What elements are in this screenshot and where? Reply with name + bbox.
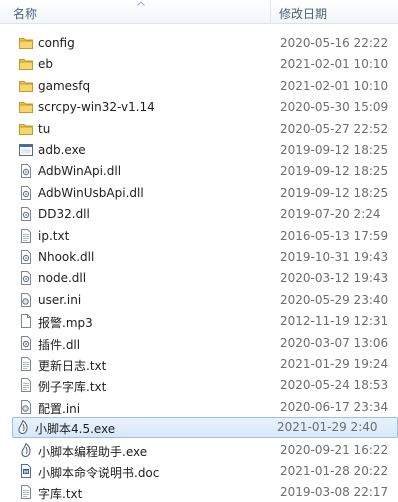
name-column-header[interactable]: 名称: [13, 5, 37, 22]
file-date-modified: 2019-09-12 18:25: [280, 143, 389, 157]
column-divider[interactable]: [270, 0, 271, 24]
file-name: 小脚本4.5.exe: [35, 422, 116, 437]
file-date-modified: 2020-09-21 16:22: [280, 442, 389, 457]
file-row[interactable]: 插件.dll 2020-03-07 13:06: [14, 333, 398, 354]
file-name: tu: [38, 121, 51, 136]
file-name: adb.exe: [38, 143, 86, 157]
file-row[interactable]: scrcpy-win32-v1.14 2020-05-30 15:09: [14, 97, 398, 118]
dll-icon: [18, 163, 34, 179]
file-name: user.ini: [38, 292, 82, 307]
file-date-modified: 2020-05-24 18:53: [280, 378, 389, 393]
file-date-modified: 2020-03-07 13:06: [280, 335, 389, 350]
file-date-modified: 2020-03-12 19:43: [280, 271, 389, 286]
file-name: 报警.mp3: [38, 316, 93, 331]
file-date-modified: 2012-11-19 12:31: [280, 314, 389, 329]
file-date-modified: 2021-01-28 20:22: [280, 464, 389, 478]
file-row[interactable]: adb.exe 2019-09-12 18:25: [14, 140, 398, 161]
sort-ascending-icon: [137, 1, 145, 6]
file-name: AdbWinApi.dll: [38, 164, 122, 179]
file-row[interactable]: config 2020-05-16 22:22: [14, 33, 398, 54]
file-row[interactable]: user.ini 2020-05-29 23:40: [14, 290, 398, 311]
file-name: Nhook.dll: [38, 250, 95, 264]
file-date-modified: 2021-02-01 10:10: [280, 78, 389, 93]
file-row[interactable]: AdbWinUsbApi.dll 2019-09-12 18:25: [14, 183, 398, 204]
dll-icon: [18, 335, 34, 351]
file-name: eb: [38, 57, 53, 72]
folder-icon: [18, 99, 34, 115]
dll-icon: [18, 249, 34, 265]
folder-icon: [18, 78, 34, 94]
file-name: 配置.ini: [38, 401, 81, 416]
file-date-modified: 2019-09-12 18:25: [280, 185, 389, 200]
file-icon: [18, 313, 34, 329]
column-header-bar: 名称 修改日期: [0, 0, 398, 24]
file-name: node.dll: [38, 271, 87, 286]
exe-icon: [18, 142, 34, 158]
txt-icon: [18, 484, 34, 500]
txt-icon: [18, 356, 34, 372]
app-icon: [18, 442, 34, 458]
file-name: 字库.txt: [38, 487, 83, 502]
file-row[interactable]: 字库.txt 2019-03-08 22:17: [14, 482, 398, 502]
file-name: 插件.dll: [38, 337, 81, 352]
dll-icon: [18, 185, 34, 201]
file-date-modified: 2020-05-29 23:40: [280, 292, 389, 307]
file-date-modified: 2020-05-27 22:52: [280, 121, 389, 136]
file-date-modified: 2019-10-31 19:43: [280, 250, 389, 264]
dll-icon: [18, 206, 34, 222]
file-name: gamesfq: [38, 78, 91, 93]
file-row[interactable]: gamesfq 2021-02-01 10:10: [14, 76, 398, 97]
file-name: scrcpy-win32-v1.14: [38, 100, 155, 115]
file-row[interactable]: ip.txt 2016-05-13 17:59: [14, 226, 398, 247]
file-name: 例子字库.txt: [38, 380, 107, 395]
app-icon: [15, 419, 31, 435]
file-row[interactable]: AdbWinApi.dll 2019-09-12 18:25: [14, 161, 398, 182]
file-date-modified: 2020-06-17 23:34: [280, 399, 389, 414]
file-name: AdbWinUsbApi.dll: [38, 185, 144, 200]
file-name: config: [38, 36, 75, 50]
dll-icon: [18, 270, 34, 286]
file-row[interactable]: 更新日志.txt 2021-01-29 19:24: [14, 354, 398, 375]
file-row[interactable]: Nhook.dll 2019-10-31 19:43: [14, 247, 398, 268]
file-date-modified: 2021-02-01 10:10: [280, 57, 389, 72]
file-name: DD32.dll: [38, 207, 90, 222]
file-name: 更新日志.txt: [38, 359, 107, 373]
file-date-modified: 2019-07-20 2:24: [280, 207, 381, 222]
txt-icon: [18, 228, 34, 244]
file-row[interactable]: node.dll 2020-03-12 19:43: [14, 268, 398, 289]
folder-icon: [18, 56, 34, 72]
file-row[interactable]: 例子字库.txt 2020-05-24 18:53: [14, 375, 398, 396]
folder-icon: [18, 121, 34, 137]
folder-icon: [18, 35, 34, 51]
file-date-modified: 2019-09-12 18:25: [280, 164, 389, 179]
file-date-modified: 2020-05-16 22:22: [280, 36, 389, 50]
file-row[interactable]: 小脚本4.5.exe 2021-01-29 2:40: [12, 417, 398, 439]
file-date-modified: 2021-01-29 2:40: [277, 420, 378, 435]
doc-icon: [18, 463, 34, 479]
txt-icon: [18, 377, 34, 393]
ini-icon: [18, 292, 34, 308]
ini-icon: [18, 399, 34, 415]
file-name: 小脚本命令说明书.doc: [38, 466, 160, 480]
file-date-modified: 2021-01-29 19:24: [280, 357, 389, 371]
file-date-modified: 2019-03-08 22:17: [280, 485, 389, 500]
file-date-modified: 2016-05-13 17:59: [280, 228, 389, 243]
file-row[interactable]: tu 2020-05-27 22:52: [14, 119, 398, 140]
file-row[interactable]: 小脚本编程助手.exe 2020-09-21 16:22: [14, 440, 398, 461]
file-row[interactable]: DD32.dll 2019-07-20 2:24: [14, 204, 398, 225]
file-row[interactable]: 小脚本命令说明书.doc 2021-01-28 20:22: [14, 461, 398, 482]
file-name: ip.txt: [38, 228, 70, 243]
file-name: 小脚本编程助手.exe: [38, 444, 148, 459]
file-date-modified: 2020-05-30 15:09: [280, 100, 389, 115]
date-modified-column-header[interactable]: 修改日期: [279, 5, 327, 22]
file-row[interactable]: 配置.ini 2020-06-17 23:34: [14, 397, 398, 418]
file-row[interactable]: 报警.mp3 2012-11-19 12:31: [14, 311, 398, 332]
file-row[interactable]: eb 2021-02-01 10:10: [14, 54, 398, 75]
